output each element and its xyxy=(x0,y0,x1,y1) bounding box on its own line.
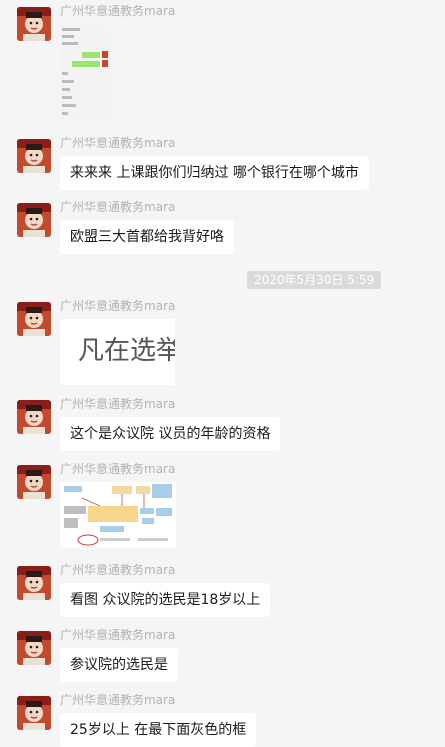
image-caption-text: 凡在选举 xyxy=(78,336,175,366)
text-bubble[interactable]: 欧盟三大首都给我背好咯 xyxy=(60,220,234,254)
sender-name: 广州华意通教务mara xyxy=(60,693,176,707)
avatar[interactable] xyxy=(17,465,51,499)
text-bubble[interactable]: 来来来 上课跟你们归纳过 哪个银行在哪个城市 xyxy=(60,156,369,190)
avatar[interactable] xyxy=(17,302,51,336)
text-bubble[interactable]: 看图 众议院的选民是18岁以上 xyxy=(60,583,271,617)
text-bubble[interactable]: 25岁以上 在最下面灰色的框 xyxy=(60,713,257,747)
image-message-text-crop[interactable]: 凡在选举 xyxy=(60,319,175,385)
image-message-chat-screenshot[interactable] xyxy=(60,24,110,122)
avatar[interactable] xyxy=(17,7,51,41)
avatar[interactable] xyxy=(17,203,51,237)
timestamp-divider: 2020年5月30日 5:59 xyxy=(247,271,382,289)
sender-name: 广州华意通教务mara xyxy=(60,563,176,577)
sender-name: 广州华意通教务mara xyxy=(60,200,176,214)
avatar[interactable] xyxy=(17,400,51,434)
sender-name: 广州华意通教务mara xyxy=(60,462,176,476)
avatar[interactable] xyxy=(17,566,51,600)
text-bubble[interactable]: 参议院的选民是 xyxy=(60,648,178,682)
sender-name: 广州华意通教务mara xyxy=(60,4,176,18)
sender-name: 广州华意通教务mara xyxy=(60,136,176,150)
avatar[interactable] xyxy=(17,631,51,665)
sender-name: 广州华意通教务mara xyxy=(60,299,176,313)
sender-name: 广州华意通教务mara xyxy=(60,397,176,411)
sender-name: 广州华意通教务mara xyxy=(60,628,176,642)
image-message-flowchart[interactable] xyxy=(60,482,176,548)
avatar[interactable] xyxy=(17,139,51,173)
avatar[interactable] xyxy=(17,696,51,730)
text-bubble[interactable]: 这个是众议院 议员的年龄的资格 xyxy=(60,417,281,451)
